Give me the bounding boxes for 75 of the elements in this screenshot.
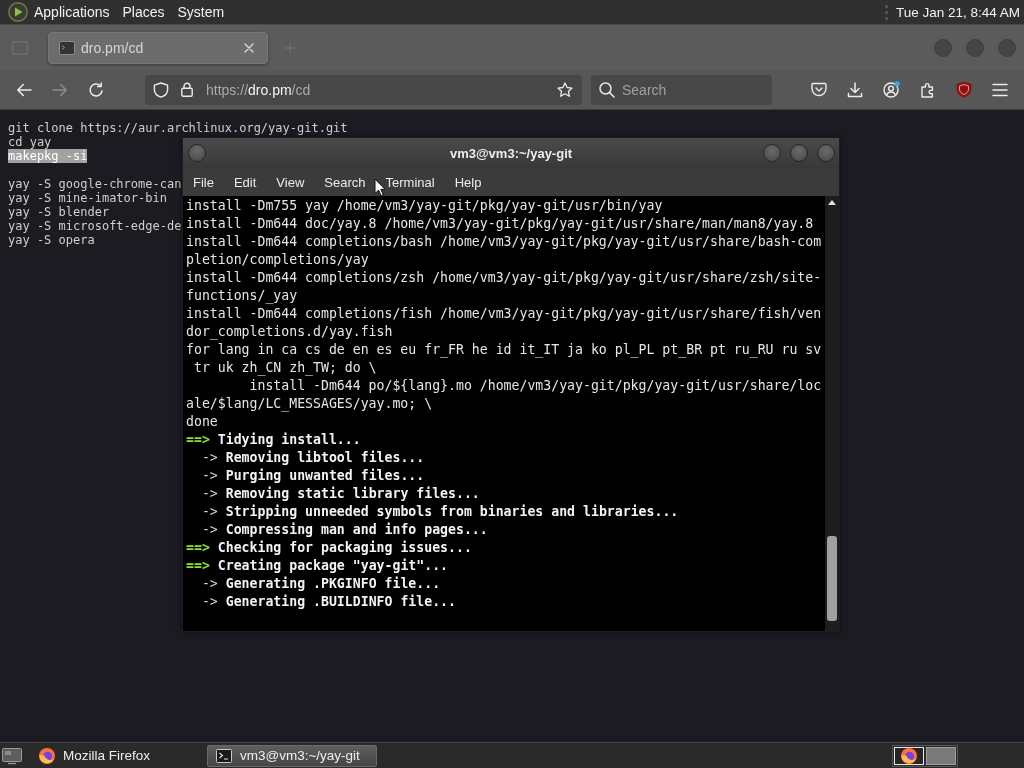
code-line: cd yay <box>8 135 52 149</box>
pointer-icon <box>374 178 386 196</box>
code-line: yay -S google-chrome-can <box>8 177 182 191</box>
reload-icon[interactable] <box>88 81 104 98</box>
window-control-button[interactable] <box>790 144 808 162</box>
terminal-line: install -Dm644 completions/zsh /home/vm3/yay-git/pkg/yay-git/usr/share/zsh/site- <box>186 269 822 287</box>
workspace-button[interactable] <box>926 746 956 765</box>
puzzle-icon[interactable] <box>920 81 936 98</box>
menu-item[interactable]: Help <box>444 174 492 190</box>
back-icon[interactable] <box>16 82 32 97</box>
url-text: https://dro.pm/cd <box>206 81 311 98</box>
terminal-line: pletion/completions/yay <box>186 251 369 269</box>
code-line: yay -S microsoft-edge-de <box>8 219 182 233</box>
address-bar[interactable]: https://dro.pm/cd <box>145 74 582 105</box>
terminal-line: -> Removing libtool files... <box>200 449 425 467</box>
terminal-line: ale/$lang/LC_MESSAGES/yay.mo; \ <box>186 395 433 413</box>
window-control-button[interactable] <box>763 144 781 162</box>
menu-item[interactable]: View <box>266 174 315 190</box>
terminal-line: functions/_yay <box>186 287 298 305</box>
code-line: yay -S mine-imator-bin <box>8 191 167 205</box>
star-icon[interactable] <box>557 81 573 98</box>
terminal-line: done <box>186 413 218 431</box>
terminal-line: for lang in ca cs de en es eu fr_FR he id it_IT ja ko pl_PL pt_BR pt ru_RU ru sv <box>186 341 822 359</box>
taskbar-button[interactable]: Mozilla Firefox <box>30 744 200 767</box>
scrollbar-thumb[interactable] <box>827 536 837 621</box>
terminal-line: install -Dm644 doc/yay.8 /home/vm3/yay-git/pkg/yay-git/usr/share/man/man8/yay.8 <box>186 215 814 233</box>
terminal-line: -> Generating .BUILDINFO file... <box>200 593 456 611</box>
browser-icon <box>901 747 917 764</box>
terminal-line: install -Dm644 po/${lang}.mo /home/vm3/yay-git/pkg/yay-git/usr/share/loc <box>248 377 822 395</box>
terminal-line: install -Dm755 yay /home/vm3/yay-git/pkg/yay-git/usr/bin/yay <box>186 197 663 215</box>
menu-item[interactable]: Edit <box>223 174 267 190</box>
terminal-line: -> Generating .PKGINFO file... <box>200 575 441 593</box>
handle-icon[interactable] <box>884 4 888 20</box>
terminal-line: ==> Checking for packaging issues... <box>186 539 472 557</box>
terminal-line: -> Compressing man and info pages... <box>200 521 488 539</box>
code-line: yay -S opera <box>8 233 95 247</box>
terminal-line: ==> Creating package "yay-git"... <box>186 557 449 575</box>
terminal-line: ==> Tidying install... <box>186 431 361 449</box>
browser-tab[interactable]: dro.pm/cd <box>48 31 268 64</box>
shield-icon[interactable] <box>956 81 972 98</box>
menu-item[interactable]: File <box>183 174 224 190</box>
logo-icon[interactable] <box>8 2 28 22</box>
up-arrow-icon[interactable] <box>828 200 836 205</box>
taskbar-button[interactable]: vm3@vm3:~/yay-git <box>207 744 377 767</box>
desktop-icon[interactable] <box>2 746 22 765</box>
clock[interactable]: Tue Jan 21, 8:44 AM <box>895 4 1020 20</box>
panel-menu[interactable]: System <box>177 4 225 20</box>
lock-icon[interactable] <box>181 82 193 97</box>
terminal-line: -> Removing static library files... <box>200 485 480 503</box>
terminal-line: tr uk zh_CN zh_TW; do \ <box>192 359 377 377</box>
panel-menu[interactable]: Places <box>122 4 165 20</box>
download-icon[interactable] <box>847 81 863 98</box>
close-icon[interactable] <box>244 42 254 53</box>
shield-icon[interactable] <box>153 81 169 98</box>
panel-menu[interactable]: Applications <box>34 4 110 20</box>
scrollbar[interactable] <box>825 196 839 631</box>
terminal-icon <box>216 748 232 763</box>
code-line: git clone https://aur.archlinux.org/yay-git.git <box>8 121 348 135</box>
search-icon <box>599 81 615 98</box>
page-icon <box>59 39 75 56</box>
browser-icon <box>39 747 55 764</box>
pocket-icon[interactable] <box>811 82 827 97</box>
window-title: vm3@vm3:~/yay-git <box>449 145 573 161</box>
terminal-line: install -Dm644 completions/bash /home/vm3/yay-git/pkg/yay-git/usr/share/bash-com <box>186 233 822 251</box>
window-control-button[interactable] <box>817 144 835 162</box>
terminal-line: -> Stripping unneeded symbols from binaries and libraries... <box>200 503 679 521</box>
window-control-button[interactable] <box>188 144 206 162</box>
code-line: yay -S blender <box>8 205 110 219</box>
menu-item[interactable]: Search <box>314 174 376 190</box>
terminal-line: install -Dm644 completions/fish /home/vm3/yay-git/pkg/yay-git/usr/share/fish/ven <box>186 305 822 323</box>
search-field[interactable]: Search <box>591 74 772 105</box>
terminal-line: -> Purging unwanted files... <box>200 467 425 485</box>
account-icon[interactable] <box>883 81 900 98</box>
menu-icon[interactable] <box>992 82 1008 97</box>
terminal-line: dor_completions.d/yay.fish <box>186 323 393 341</box>
